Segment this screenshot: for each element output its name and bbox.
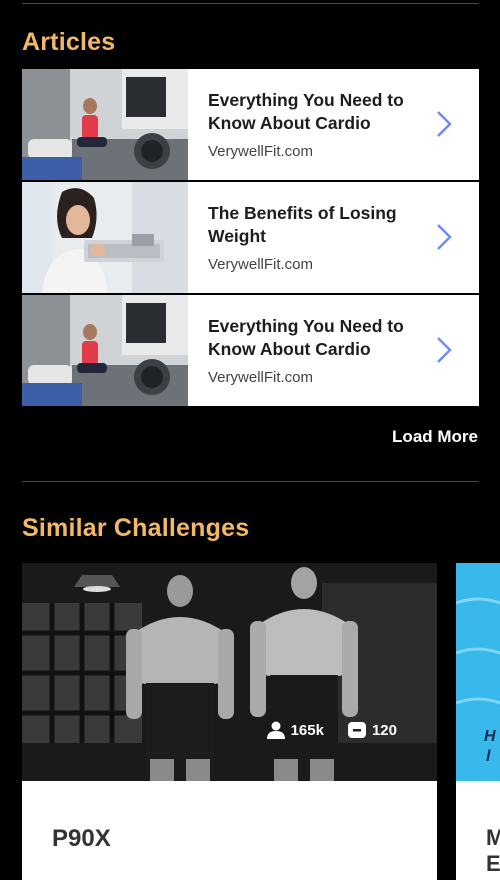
article-card[interactable]: Everything You Need to Know About Cardio…	[22, 69, 479, 180]
load-more-button[interactable]: Load More	[392, 427, 478, 447]
articles-heading: Articles	[22, 28, 116, 56]
article-card[interactable]: Everything You Need to Know About Cardio…	[22, 295, 479, 406]
article-source: VerywellFit.com	[208, 369, 314, 386]
chevron-right-icon[interactable]	[435, 222, 453, 252]
challenge-image: H l	[456, 563, 500, 781]
challenge-image	[22, 563, 437, 781]
article-thumbnail	[22, 295, 188, 406]
challenge-card[interactable]: 165k 120 P90X	[22, 563, 437, 880]
top-divider	[22, 3, 479, 4]
article-source: VerywellFit.com	[208, 256, 314, 273]
section-divider	[22, 481, 479, 482]
workout-icon	[347, 722, 366, 738]
chevron-right-icon[interactable]	[435, 109, 453, 139]
article-thumbnail	[22, 182, 188, 293]
user-icon	[266, 721, 285, 739]
article-title[interactable]: The Benefits of Losing Weight	[208, 202, 423, 248]
svg-text:l: l	[486, 748, 491, 765]
challenge-stats: 165k 120	[266, 721, 397, 739]
article-card[interactable]: The Benefits of Losing Weight VerywellFi…	[22, 182, 479, 293]
workout-count: 120	[371, 721, 397, 739]
svg-text:H: H	[484, 728, 496, 745]
participants-count: 165k	[290, 721, 324, 739]
challenge-name[interactable]: M E	[486, 825, 500, 877]
article-thumbnail	[22, 69, 188, 180]
chevron-right-icon[interactable]	[435, 335, 453, 365]
challenge-card[interactable]: H l M E	[456, 563, 500, 880]
article-title[interactable]: Everything You Need to Know About Cardio	[208, 315, 423, 361]
article-source: VerywellFit.com	[208, 143, 314, 160]
similar-challenges-heading: Similar Challenges	[22, 514, 250, 542]
challenge-name[interactable]: P90X	[52, 825, 111, 853]
article-title[interactable]: Everything You Need to Know About Cardio	[208, 89, 423, 135]
